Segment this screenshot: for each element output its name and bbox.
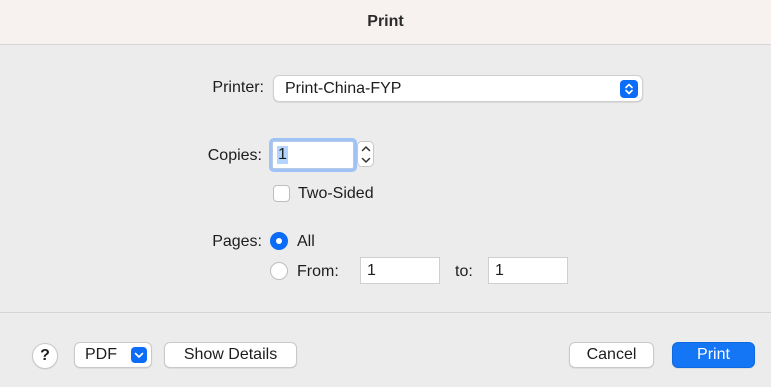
print-button[interactable]: Print [672, 342, 755, 368]
up-down-chevron-icon [620, 80, 638, 98]
pages-to-label: to: [455, 263, 473, 280]
show-details-button[interactable]: Show Details [164, 342, 297, 368]
pages-from-field[interactable]: 1 [360, 257, 440, 284]
pages-from-label: From: [297, 263, 339, 280]
pages-all-radio[interactable] [270, 232, 288, 250]
pdf-menu-button[interactable]: PDF [74, 342, 152, 368]
stepper-down-icon[interactable] [361, 157, 371, 164]
footer-divider [0, 312, 771, 313]
help-icon: ? [40, 347, 50, 364]
pdf-label: PDF [85, 346, 117, 363]
printer-label: Printer: [212, 79, 264, 96]
copies-field[interactable]: 1 [272, 141, 354, 169]
print-dialog: Print Printer: Print-China-FYP Copies: 1… [0, 0, 771, 387]
copies-label: Copies: [207, 147, 262, 164]
two-sided-checkbox[interactable] [273, 185, 290, 202]
pages-from-radio[interactable] [270, 262, 288, 280]
window-title: Print [367, 13, 404, 30]
printer-value: Print-China-FYP [285, 79, 402, 97]
copies-stepper[interactable] [357, 141, 374, 167]
pages-from-value: 1 [367, 261, 376, 279]
printer-popup[interactable]: Print-China-FYP [273, 75, 643, 102]
help-button[interactable]: ? [32, 343, 58, 369]
pages-to-field[interactable]: 1 [488, 257, 568, 284]
chevron-down-icon [131, 347, 147, 363]
cancel-button[interactable]: Cancel [569, 342, 654, 368]
stepper-up-icon[interactable] [361, 145, 371, 152]
copies-value: 1 [277, 146, 288, 164]
two-sided-label: Two-Sided [298, 185, 374, 202]
pages-all-label: All [297, 233, 315, 250]
pages-label: Pages: [212, 233, 262, 250]
pages-to-value: 1 [495, 261, 504, 279]
title-bar: Print [0, 0, 771, 45]
